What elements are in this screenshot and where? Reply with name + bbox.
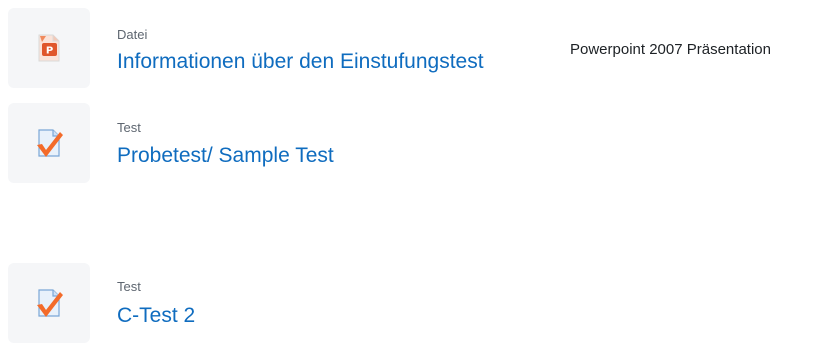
activity-icon-container [8, 263, 90, 343]
quiz-icon [37, 289, 63, 317]
file-type-info: Powerpoint 2007 Präsentation [570, 41, 771, 58]
activity-link-c-test-2[interactable]: C-Test 2 [117, 304, 195, 328]
activity-item-file: P Datei Informationen über den Einstufun… [0, 8, 829, 88]
activity-icon-container: P [8, 8, 90, 88]
activity-type-label: Test [117, 279, 141, 294]
activity-item-quiz: Test Probetest/ Sample Test [0, 103, 829, 183]
activity-icon-container [8, 103, 90, 183]
activity-item-quiz: Test C-Test 2 [0, 263, 829, 343]
activity-link-probetest[interactable]: Probetest/ Sample Test [117, 144, 334, 168]
powerpoint-icon: P [38, 34, 60, 62]
activity-type-label: Test [117, 120, 141, 135]
activity-link-einstufungstest-info[interactable]: Informationen über den Einstufungstest [117, 50, 484, 74]
activity-type-label: Datei [117, 27, 148, 42]
quiz-icon [37, 129, 63, 157]
svg-text:P: P [46, 46, 53, 57]
